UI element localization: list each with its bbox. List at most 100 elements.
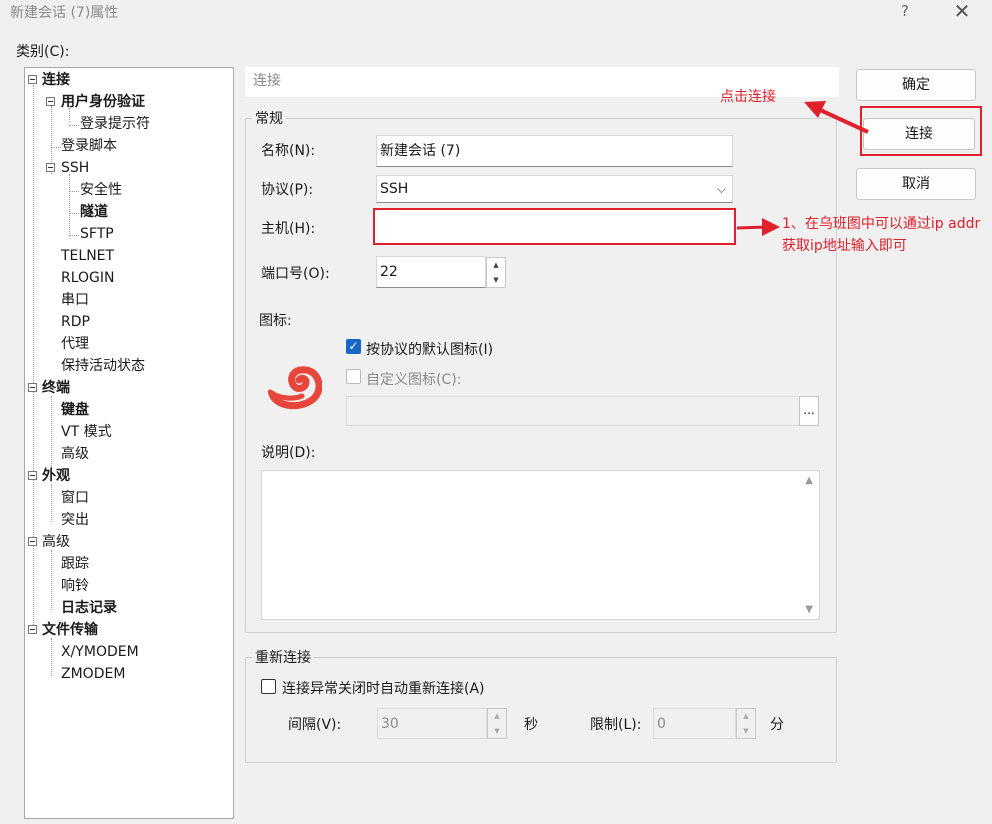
tree-item-xymodem[interactable]: X/YMODEM	[61, 642, 139, 662]
description-label: 说明(D):	[261, 445, 316, 461]
port-label: 端口号(O):	[261, 266, 330, 282]
tree-line	[69, 125, 79, 126]
tree-item-vt-mode[interactable]: VT 模式	[61, 422, 112, 442]
tree-line	[51, 147, 61, 148]
tree-item-rlogin[interactable]: RLOGIN	[61, 268, 115, 288]
auto-reconnect-label[interactable]: 连接异常关闭时自动重新连接(A)	[282, 678, 485, 698]
tree-item-keepalive[interactable]: 保持活动状态	[61, 356, 145, 376]
limit-stepper[interactable]: ▲ ▼	[736, 708, 756, 739]
collapse-icon[interactable]	[46, 97, 55, 106]
tree-item-connection[interactable]: 连接	[42, 70, 70, 90]
tree-item-advanced[interactable]: 高级	[42, 532, 70, 552]
spin-down-icon[interactable]: ▼	[737, 724, 755, 739]
browse-button[interactable]: ...	[799, 396, 819, 426]
default-icon-label[interactable]: 按协议的默认图标(I)	[366, 339, 493, 359]
tree-item-logging[interactable]: 日志记录	[61, 598, 117, 618]
minutes-label: 分	[770, 717, 784, 733]
tree-item-tunnel[interactable]: 隧道	[80, 202, 108, 222]
tree-item-keyboard[interactable]: 键盘	[61, 400, 89, 420]
host-label: 主机(H):	[261, 221, 316, 237]
category-tree[interactable]: 连接 用户身份验证 登录提示符 登录脚本 SSH 安全性 隧道 SFTP TEL…	[24, 67, 234, 819]
tree-item-window[interactable]: 窗口	[61, 488, 89, 508]
protocol-value: SSH	[380, 181, 409, 197]
tree-line	[51, 638, 52, 676]
spin-down-icon[interactable]: ▼	[487, 273, 505, 288]
tree-line	[51, 550, 52, 610]
general-group-title: 常规	[252, 108, 286, 128]
host-hint-line1: 1、在乌班图中可以通过ip addr	[782, 216, 981, 232]
custom-icon-path-input[interactable]	[346, 396, 800, 426]
protocol-select[interactable]: SSH ⌵	[376, 175, 733, 203]
tree-item-appearance[interactable]: 外观	[42, 466, 70, 486]
tree-item-zmodem[interactable]: ZMODEM	[61, 664, 125, 684]
close-icon[interactable]: ✕	[950, 0, 974, 22]
tree-item-terminal[interactable]: 终端	[42, 378, 70, 398]
tree-item-proxy[interactable]: 代理	[61, 334, 89, 354]
interval-input[interactable]: 30	[377, 708, 487, 739]
cancel-button[interactable]: 取消	[856, 168, 976, 200]
interval-stepper[interactable]: ▲ ▼	[487, 708, 507, 739]
seconds-label: 秒	[524, 717, 538, 733]
tree-item-bell[interactable]: 响铃	[61, 576, 89, 596]
session-icon	[268, 366, 322, 410]
tree-line	[33, 85, 34, 631]
spin-up-icon[interactable]: ▲	[487, 258, 505, 273]
collapse-icon[interactable]	[28, 625, 37, 634]
name-label: 名称(N):	[261, 143, 316, 159]
spin-up-icon[interactable]: ▲	[737, 709, 755, 724]
icon-label: 图标:	[259, 313, 292, 329]
host-hint-line2: 获取ip地址输入即可	[782, 238, 907, 254]
collapse-icon[interactable]	[46, 163, 55, 172]
limit-label: 限制(L):	[590, 717, 642, 733]
interval-label: 间隔(V):	[288, 717, 342, 733]
tree-item-serial[interactable]: 串口	[61, 290, 89, 310]
collapse-icon[interactable]	[28, 471, 37, 480]
protocol-label: 协议(P):	[261, 182, 314, 198]
scroll-down-icon[interactable]: ▼	[805, 604, 813, 615]
spin-down-icon[interactable]: ▼	[488, 724, 506, 739]
tree-item-rdp[interactable]: RDP	[61, 312, 90, 332]
default-icon-checkbox[interactable]: ✓	[346, 339, 361, 354]
tree-item-trace[interactable]: 跟踪	[61, 554, 89, 574]
reconnect-group-title: 重新连接	[252, 647, 314, 667]
tree-item-sftp[interactable]: SFTP	[80, 224, 114, 244]
tree-item-auth[interactable]: 用户身份验证	[61, 92, 145, 112]
tree-line	[69, 213, 79, 214]
chevron-down-icon: ⌵	[716, 182, 726, 196]
port-stepper[interactable]: ▲ ▼	[486, 257, 506, 288]
tree-line	[69, 174, 70, 234]
name-input[interactable]: 新建会话 (7)	[376, 135, 733, 167]
collapse-icon[interactable]	[28, 75, 37, 84]
custom-icon-label[interactable]: 自定义图标(C):	[366, 369, 461, 389]
tree-item-ssh[interactable]: SSH	[61, 158, 89, 178]
limit-input[interactable]: 0	[653, 708, 736, 739]
custom-icon-checkbox[interactable]	[346, 369, 361, 384]
tree-line	[69, 235, 79, 236]
tree-item-security[interactable]: 安全性	[80, 180, 122, 200]
description-textarea[interactable]: ▲ ▼	[261, 470, 820, 620]
tree-line	[51, 396, 52, 468]
arrow-head-icon	[804, 101, 826, 118]
window-title: 新建会话 (7)属性	[10, 5, 119, 21]
tree-item-highlight[interactable]: 突出	[61, 510, 89, 530]
tree-line	[69, 191, 79, 192]
scroll-up-icon[interactable]: ▲	[805, 475, 813, 486]
port-input[interactable]: 22	[376, 256, 486, 288]
host-input[interactable]	[373, 208, 736, 245]
collapse-icon[interactable]	[28, 383, 37, 392]
tree-item-login-prompt[interactable]: 登录提示符	[80, 114, 150, 134]
ok-button[interactable]: 确定	[856, 69, 976, 101]
connect-button[interactable]: 连接	[863, 118, 975, 150]
tree-item-terminal-advanced[interactable]: 高级	[61, 444, 89, 464]
collapse-icon[interactable]	[28, 537, 37, 546]
help-button[interactable]: ?	[895, 2, 915, 22]
tree-line	[51, 484, 52, 522]
category-label: 类别(C):	[16, 44, 70, 60]
tree-item-login-script[interactable]: 登录脚本	[61, 136, 117, 156]
tree-item-telnet[interactable]: TELNET	[61, 246, 114, 266]
auto-reconnect-checkbox[interactable]	[261, 679, 276, 694]
spin-up-icon[interactable]: ▲	[488, 709, 506, 724]
click-connect-annotation: 点击连接	[720, 89, 776, 105]
title-bar: 新建会话 (7)属性 ? ✕	[0, 0, 992, 26]
tree-item-file-transfer[interactable]: 文件传输	[42, 620, 98, 640]
